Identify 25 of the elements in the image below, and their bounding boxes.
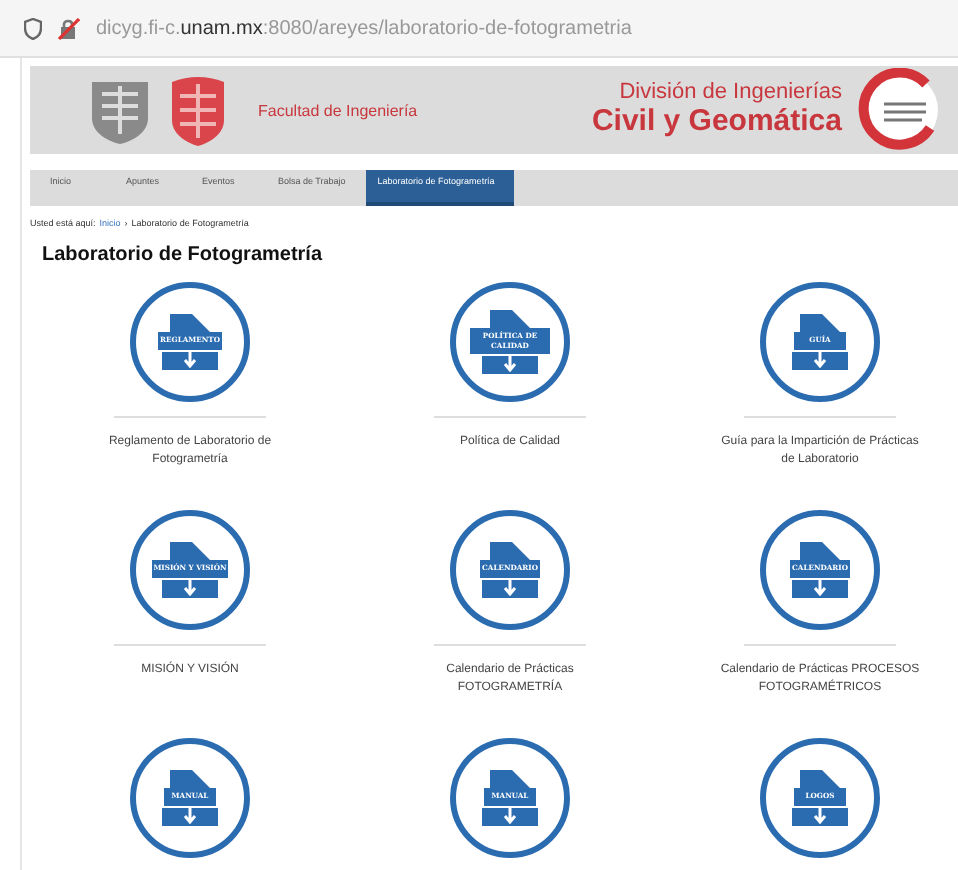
- down-arrow-icon: [502, 808, 518, 825]
- down-arrow-icon: [812, 580, 828, 597]
- down-arrow-icon: [182, 580, 198, 597]
- division-name-bold: Civil y Geomática: [591, 105, 842, 138]
- division-name: División de Ingenierías: [619, 82, 842, 106]
- document-icon: [796, 314, 844, 333]
- down-arrow-icon: [502, 580, 518, 597]
- faculty-name: Facultad de Ingeniería: [258, 101, 418, 119]
- document-icon: [796, 542, 844, 561]
- division-logo-icon: [858, 68, 942, 152]
- down-arrow-icon: [502, 356, 518, 373]
- document-icon: [796, 770, 844, 789]
- document-icon: [166, 542, 214, 561]
- down-arrow-icon: [812, 808, 828, 825]
- document-icon: [166, 770, 214, 789]
- insecure-lock-icon: [58, 17, 80, 39]
- down-arrow-icon: [182, 352, 198, 369]
- document-icon: [166, 314, 214, 333]
- document-icon: [486, 770, 534, 789]
- down-arrow-icon: [812, 352, 828, 369]
- page-title: Laboratorio de Fotogrametría: [42, 244, 325, 266]
- down-arrow-icon: [182, 808, 198, 825]
- document-icon: [486, 542, 534, 561]
- faculty-crest-drawing: [166, 72, 230, 148]
- shield-icon: [24, 17, 42, 39]
